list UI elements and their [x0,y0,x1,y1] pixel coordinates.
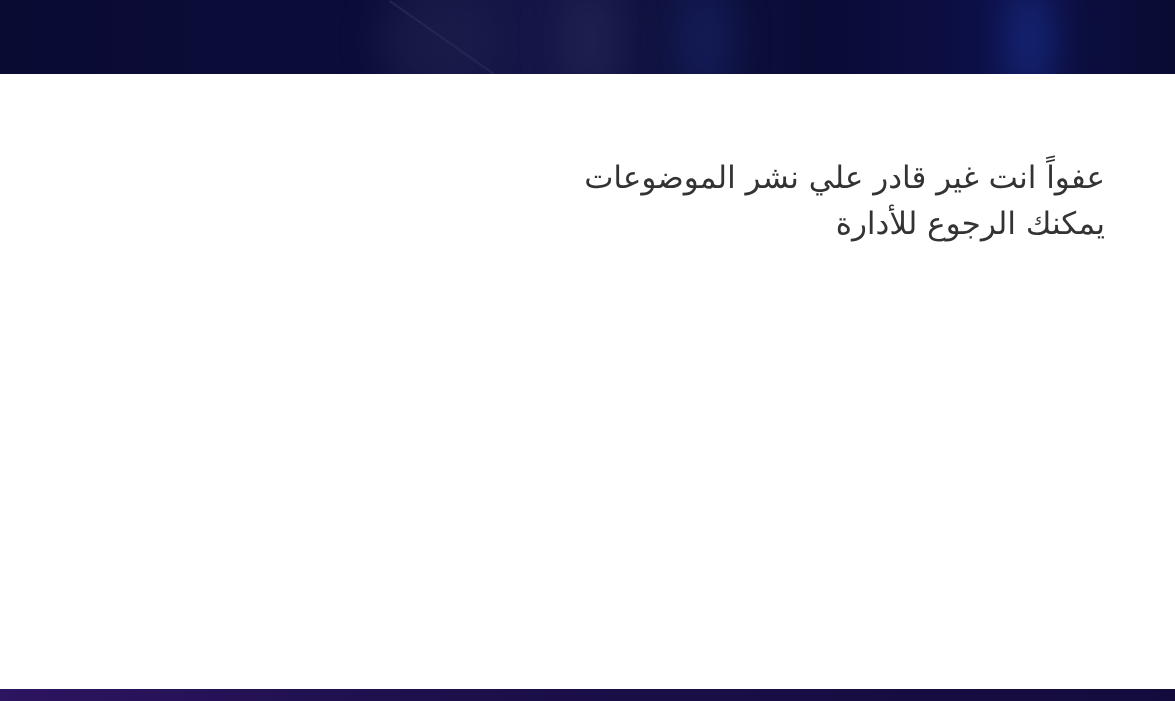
banner-light [1010,0,1050,74]
banner-light [680,0,730,74]
hero-banner-image [0,0,1175,74]
permission-message: عفواً انت غير قادر علي نشر الموضوعات يمك… [405,155,1105,247]
footer-bar [0,689,1175,701]
permission-denied-text: عفواً انت غير قادر علي نشر الموضوعات [584,160,1105,196]
contact-admin-text: يمكنك الرجوع للأدارة [835,206,1105,242]
page: عفواً انت غير قادر علي نشر الموضوعات يمك… [0,0,1175,701]
banner-light [560,0,620,74]
